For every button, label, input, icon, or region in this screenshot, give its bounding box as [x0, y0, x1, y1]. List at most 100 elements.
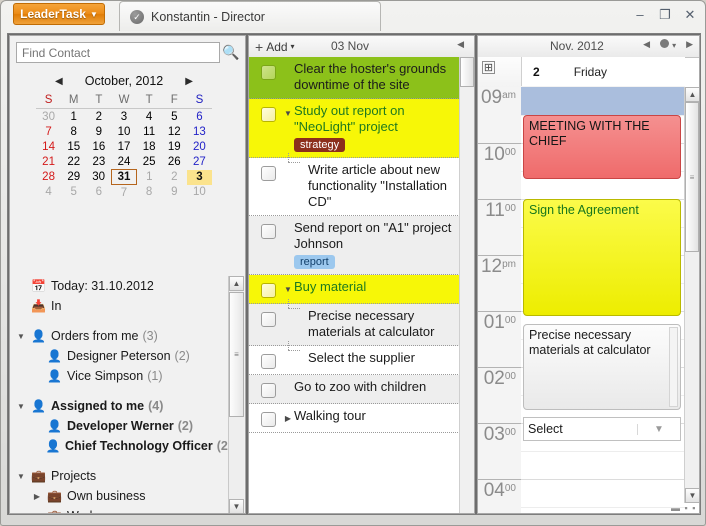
busy-time-block[interactable]	[521, 87, 684, 115]
calendar-today-dot-button[interactable]: ▾	[660, 39, 676, 50]
calendar-day-cell[interactable]: 15	[61, 139, 86, 154]
next-month-button[interactable]: ▶	[185, 76, 193, 87]
chevron-right-icon[interactable]: ▶	[282, 414, 294, 423]
calendar-day-cell[interactable]: 10	[187, 185, 212, 201]
day-grid[interactable]: MEETING WITH THE CHIEF Sign the Agreement…	[521, 87, 685, 513]
calendar-day-cell[interactable]: 12	[162, 124, 187, 139]
sidebar-scrollbar[interactable]: ▲ ≡ ▼	[228, 276, 244, 513]
calendar-day-cell[interactable]: 22	[61, 154, 86, 170]
calendar-day-cell[interactable]: 2	[162, 170, 187, 185]
calendar-day-cell[interactable]: 20	[187, 139, 212, 154]
tree-item-projects[interactable]: ▼ 💼 Projects	[16, 466, 232, 486]
document-tab[interactable]: ✓ Konstantin - Director	[119, 1, 381, 31]
task-checkbox[interactable]	[261, 65, 276, 80]
scroll-down-button[interactable]: ▼	[229, 499, 244, 513]
task-tag[interactable]: strategy	[294, 138, 346, 152]
tree-item-vice-simpson[interactable]: 👤 Vice Simpson (1)	[16, 366, 232, 386]
search-icon[interactable]: 🔍	[222, 43, 240, 61]
calendar-day-cell[interactable]: 7	[36, 124, 61, 139]
event-select-row[interactable]: Select ▼	[523, 417, 681, 441]
calendar-day-cell[interactable]: 19	[162, 139, 187, 154]
calendar-day-cell[interactable]: 27	[187, 154, 212, 170]
calendar-day-cell[interactable]: 29	[61, 170, 86, 185]
calendar-day-cell[interactable]: 26	[162, 154, 187, 170]
calendar-next-button[interactable]: ▶	[686, 39, 693, 50]
resize-grip[interactable]: ▬ ▪ ▪ ▬	[671, 504, 697, 514]
calendar-day-cell[interactable]: 2	[86, 109, 111, 125]
calendar-prev-button[interactable]: ◀	[643, 39, 650, 50]
calendar-day-cell[interactable]: 16	[86, 139, 111, 154]
calendar-day-cell[interactable]: 4	[36, 185, 61, 201]
task-row[interactable]: Precise necessary materials at calculato…	[249, 299, 460, 346]
tree-item-orders-from-me[interactable]: ▼ 👤 Orders from me (3)	[16, 326, 232, 346]
calendar-day-cell[interactable]: 18	[137, 139, 162, 154]
sidebar-scroll-thumb[interactable]: ≡	[229, 292, 244, 417]
task-row[interactable]: Select the supplier	[249, 341, 460, 375]
task-checkbox[interactable]	[261, 283, 276, 298]
add-task-button[interactable]: + Add ▾	[249, 39, 295, 55]
task-row[interactable]: Write article about new functionality "I…	[249, 153, 460, 216]
calendar-event[interactable]: Sign the Agreement	[523, 199, 681, 316]
task-checkbox[interactable]	[261, 354, 276, 369]
task-checkbox[interactable]	[261, 224, 276, 239]
calendar-day-cell[interactable]: 25	[137, 154, 162, 170]
calendar-day-cell[interactable]: 31	[110, 169, 138, 185]
tree-item-chief-technology-officer[interactable]: 👤 Chief Technology Officer (2)	[16, 436, 232, 456]
task-row[interactable]: ▼ Study out report on "NeoLight" project s…	[249, 99, 460, 158]
chevron-down-icon[interactable]: ▼	[637, 423, 680, 435]
tree-item-in[interactable]: 📥 In	[16, 296, 232, 316]
calendar-day-cell[interactable]: 24	[111, 154, 136, 170]
task-row[interactable]: Send report on "A1" project Johnson repor…	[249, 216, 460, 275]
task-checkbox[interactable]	[261, 107, 276, 122]
calendar-day-cell[interactable]: 21	[36, 154, 61, 170]
task-checkbox[interactable]	[261, 412, 276, 427]
chevron-down-icon[interactable]: ▼	[16, 402, 26, 411]
chevron-right-icon[interactable]: ▶	[32, 492, 42, 501]
expand-grid-icon[interactable]: ⊞	[482, 61, 495, 74]
tree-item-work[interactable]: ▶ 💼 Work	[16, 506, 232, 514]
calendar-day-cell[interactable]: 23	[86, 154, 111, 170]
calendar-scroll-down-button[interactable]: ▼	[685, 488, 699, 503]
chevron-down-icon[interactable]: ▼	[16, 472, 26, 481]
calendar-day-cell[interactable]: 9	[162, 185, 187, 201]
chevron-down-icon[interactable]: ▼	[16, 332, 26, 341]
tree-item-assigned-to-me[interactable]: ▼ 👤 Assigned to me (4)	[16, 396, 232, 416]
calendar-scroll-thumb[interactable]: ≡	[685, 102, 699, 252]
calendar-day-cell[interactable]: 6	[86, 185, 111, 201]
prev-month-button[interactable]: ◀	[55, 76, 63, 87]
search-input[interactable]	[16, 42, 220, 63]
day-column-header[interactable]: 2 Friday	[521, 57, 685, 86]
calendar-day-cell[interactable]: 9	[86, 124, 111, 139]
calendar-day-cell[interactable]: 1	[61, 109, 86, 125]
calendar-day-cell[interactable]: 10	[111, 124, 136, 139]
calendar-day-cell[interactable]: 17	[111, 139, 136, 154]
calendar-event[interactable]: MEETING WITH THE CHIEF	[523, 115, 681, 179]
calendar-day-cell[interactable]: 7	[111, 185, 136, 201]
task-checkbox[interactable]	[261, 312, 276, 327]
calendar-scroll-up-button[interactable]: ▲	[685, 87, 699, 102]
calendar-day-cell[interactable]: 30	[86, 170, 111, 185]
calendar-day-cell[interactable]: 8	[61, 124, 86, 139]
calendar-day-cell[interactable]: 4	[137, 109, 162, 125]
minimize-button[interactable]: –	[633, 7, 647, 23]
tree-item-designer-peterson[interactable]: 👤 Designer Peterson (2)	[16, 346, 232, 366]
tree-item-own-business[interactable]: ▶ 💼 Own business	[16, 486, 232, 506]
calendar-day-cell[interactable]: 5	[61, 185, 86, 201]
task-checkbox[interactable]	[261, 383, 276, 398]
maximize-button[interactable]: ❐	[658, 7, 672, 23]
calendar-day-cell[interactable]: 30	[36, 109, 61, 125]
calendar-day-cell[interactable]: 6	[187, 109, 212, 125]
task-tag[interactable]: report	[294, 255, 335, 269]
chevron-right-icon[interactable]: ▶	[32, 512, 42, 514]
task-row[interactable]: Go to zoo with children	[249, 375, 460, 404]
chevron-down-icon[interactable]: ▼	[282, 109, 294, 118]
calendar-day-cell[interactable]: 14	[36, 139, 61, 154]
task-row[interactable]: ▶ Walking tour	[249, 404, 460, 433]
event-scrollbar[interactable]	[669, 327, 678, 407]
scroll-up-button[interactable]: ▲	[229, 276, 244, 291]
calendar-day-cell[interactable]: 8	[137, 185, 162, 201]
calendar-day-cell[interactable]: 28	[36, 170, 61, 185]
task-list-scrollbar[interactable]	[459, 57, 474, 513]
task-row[interactable]: Clear the hoster's grounds downtime of t…	[249, 57, 460, 99]
calendar-day-cell[interactable]: 1	[137, 170, 162, 185]
